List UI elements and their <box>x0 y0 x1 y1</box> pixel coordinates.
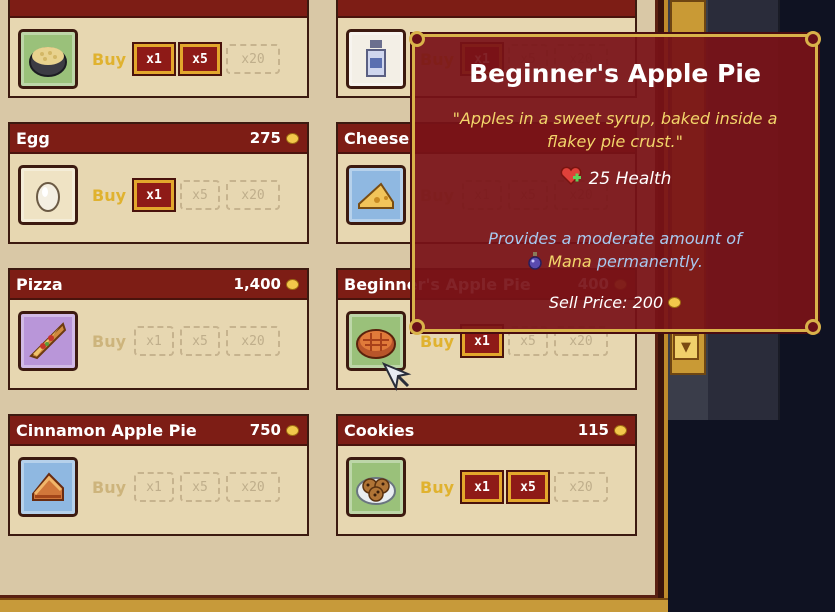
tooltip-corner <box>409 319 425 335</box>
pizza-slice-icon <box>18 311 78 371</box>
tooltip-corner <box>805 319 821 335</box>
buy-x5-button[interactable]: x5 <box>508 472 548 502</box>
shop-item-card: Buy x1 x5 x20 <box>8 0 309 98</box>
buy-x5-button[interactable]: x5 <box>180 44 220 74</box>
cookies-plate-icon <box>346 457 406 517</box>
cheese-icon <box>346 165 406 225</box>
tooltip-title: Beginner's Apple Pie <box>469 59 761 88</box>
buy-label: Buy <box>420 331 455 351</box>
tooltip-health: 25 Health <box>415 165 815 192</box>
buy-x1-button[interactable]: x1 <box>134 472 174 502</box>
milk-bottle-icon <box>346 29 406 89</box>
price-value: 1,400 <box>233 275 281 293</box>
egg-icon <box>18 165 78 225</box>
item-price: 115 <box>578 421 627 439</box>
tooltip-corner <box>805 31 821 47</box>
buy-label: Buy <box>92 477 127 497</box>
item-name: Cookies <box>344 420 415 440</box>
buy-label: Buy <box>92 49 127 69</box>
buy-x20-button[interactable]: x20 <box>226 180 280 210</box>
item-price: 750 <box>250 421 299 439</box>
buy-x20-button[interactable]: x20 <box>226 472 280 502</box>
item-header <box>10 0 307 18</box>
buy-label: Buy <box>420 477 455 497</box>
buy-label: Buy <box>92 185 127 205</box>
tooltip-sell-price: Sell Price: 200 <box>415 293 815 312</box>
item-name: Cinnamon Apple Pie <box>16 420 197 440</box>
rice-bowl-icon <box>18 29 78 89</box>
coin-icon <box>286 278 299 290</box>
tooltip-corner <box>409 31 425 47</box>
buy-label: Buy <box>92 331 127 351</box>
buy-x1-button[interactable]: x1 <box>134 44 174 74</box>
item-row: Buy x1 x5 x20 <box>10 446 307 528</box>
item-row: Buy x1 x5 x20 <box>10 18 307 100</box>
item-tooltip: Beginner's Apple Pie "Apples in a sweet … <box>409 31 821 335</box>
item-row: Buy x1 x5 x20 <box>338 446 635 528</box>
coin-icon <box>614 424 627 436</box>
buy-x5-button[interactable]: x5 <box>180 326 220 356</box>
price-value: 115 <box>577 421 609 439</box>
buy-x20-button[interactable]: x20 <box>226 44 280 74</box>
game-screen: Buy x1 x5 x20 Egg 275 Buy x1 x5 x20 Chee… <box>0 0 835 612</box>
item-price: 275 <box>250 129 299 147</box>
buy-x20-button[interactable]: x20 <box>554 472 608 502</box>
item-name: Cheese <box>344 128 410 148</box>
item-name: Pizza <box>16 274 63 294</box>
mouse-cursor-icon <box>380 360 414 394</box>
sell-price-value: Sell Price: 200 <box>548 293 664 312</box>
shop-bottom-trim <box>0 598 668 612</box>
effect-mana: Mana <box>548 252 592 271</box>
effect-suffix: permanently. <box>596 252 703 271</box>
buy-x1-button[interactable]: x1 <box>134 180 174 210</box>
tooltip-effect: Provides a moderate amount of Mana perma… <box>445 227 785 273</box>
shop-item-card: Egg 275 Buy x1 x5 x20 <box>8 122 309 244</box>
heart-plus-icon <box>559 165 583 192</box>
item-header: Pizza 1,400 <box>10 270 307 300</box>
health-value: 25 Health <box>588 168 672 189</box>
item-row: Buy x1 x5 x20 <box>10 154 307 236</box>
shop-item-card: Pizza 1,400 Buy x1 x5 x20 <box>8 268 309 390</box>
coin-icon <box>668 297 682 308</box>
item-header: Egg 275 <box>10 124 307 154</box>
item-row: Buy x1 x5 x20 <box>10 300 307 382</box>
item-name: Egg <box>16 128 50 148</box>
coin-icon <box>286 424 299 436</box>
coin-icon <box>286 132 299 144</box>
buy-x5-button[interactable]: x5 <box>180 472 220 502</box>
effect-prefix: Provides a moderate amount of <box>488 229 742 248</box>
shop-item-card: Cinnamon Apple Pie 750 Buy x1 x5 x20 <box>8 414 309 536</box>
buy-x5-button[interactable]: x5 <box>180 180 220 210</box>
item-header: Cinnamon Apple Pie 750 <box>10 416 307 446</box>
price-value: 275 <box>249 129 281 147</box>
buy-x20-button[interactable]: x20 <box>226 326 280 356</box>
item-header: Cookies 115 <box>338 416 635 446</box>
scroll-down-button[interactable]: ▼ <box>673 334 699 360</box>
shop-item-card: Cookies 115 Buy x1 x5 x20 <box>336 414 637 536</box>
buy-x1-button[interactable]: x1 <box>134 326 174 356</box>
price-value: 750 <box>249 421 281 439</box>
item-header <box>338 0 635 18</box>
buy-x1-button[interactable]: x1 <box>462 472 502 502</box>
item-price: 1,400 <box>234 275 299 293</box>
tooltip-description: "Apples in a sweet syrup, baked inside a… <box>452 109 778 151</box>
mana-potion-icon <box>527 252 548 271</box>
cinnamon-pie-slice-icon <box>18 457 78 517</box>
chevron-down-icon: ▼ <box>681 339 691 355</box>
